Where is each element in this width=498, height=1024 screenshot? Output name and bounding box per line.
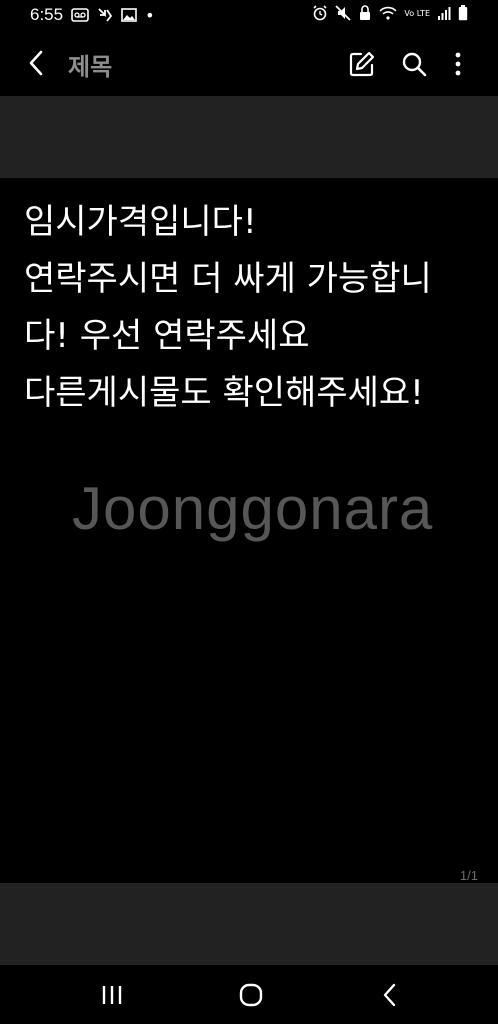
back-button[interactable] bbox=[22, 48, 52, 78]
status-dot: • bbox=[145, 5, 155, 25]
recent-apps-button[interactable] bbox=[98, 982, 126, 1008]
bottom-gray-band bbox=[0, 883, 498, 965]
top-gray-band bbox=[0, 96, 498, 178]
alarm-icon bbox=[312, 5, 328, 21]
page-indicator: 1/1 bbox=[459, 868, 478, 883]
missed-call-icon bbox=[97, 7, 113, 23]
wifi-icon bbox=[379, 6, 397, 20]
search-button[interactable] bbox=[400, 50, 428, 78]
edit-icon bbox=[349, 51, 375, 77]
note-content: 임시가격입니다! 연락주시면 더 싸게 가능합니다! 우선 연락주세요 다른게시… bbox=[0, 178, 498, 883]
status-time: 6:55 bbox=[30, 5, 64, 24]
more-vert-icon bbox=[455, 52, 461, 76]
note-text: 임시가격입니다! 연락주시면 더 싸게 가능합니다! 우선 연락주세요 다른게시… bbox=[24, 202, 432, 413]
nav-back-icon bbox=[383, 983, 396, 1007]
signal-icon bbox=[437, 6, 451, 20]
voicemail-icon bbox=[71, 8, 89, 22]
status-bar: 6:55 • Vo LTE bbox=[0, 0, 498, 30]
app-bar: 제목 bbox=[0, 30, 498, 96]
nav-back-button[interactable] bbox=[376, 982, 404, 1008]
home-icon bbox=[239, 983, 263, 1007]
navigation-bar bbox=[0, 965, 498, 1024]
battery-icon bbox=[458, 5, 468, 21]
recent-apps-icon bbox=[102, 986, 122, 1004]
edit-button[interactable] bbox=[348, 50, 376, 78]
page-title: 제목 bbox=[68, 53, 113, 81]
image-icon bbox=[121, 8, 137, 22]
lock-icon bbox=[358, 5, 372, 21]
more-options-button[interactable] bbox=[446, 50, 470, 78]
home-button[interactable] bbox=[237, 982, 265, 1008]
mute-icon bbox=[335, 5, 352, 21]
status-right: Vo LTE bbox=[312, 5, 468, 21]
search-icon bbox=[402, 52, 427, 77]
status-left: 6:55 • bbox=[30, 5, 155, 25]
network-label: Vo LTE bbox=[404, 8, 430, 18]
back-arrow-icon bbox=[29, 50, 43, 76]
watermark-logo: Joonggonara bbox=[72, 475, 434, 542]
